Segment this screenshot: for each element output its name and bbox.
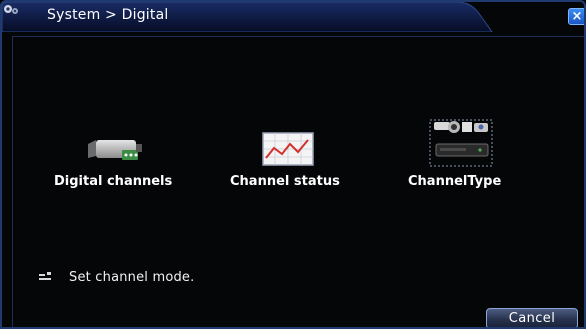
- cancel-button[interactable]: Cancel: [486, 308, 578, 327]
- ip-camera-icon: [88, 140, 142, 160]
- title-tab: System > Digital: [2, 2, 494, 32]
- hint-text: Set channel mode.: [69, 270, 195, 285]
- channel-status-label: Channel status: [230, 174, 340, 189]
- title-bar: System > Digital ×: [2, 2, 584, 32]
- camera-and-dvr-icon: [429, 119, 493, 167]
- channel-type-label: ChannelType: [408, 174, 502, 189]
- breadcrumb: System > Digital: [47, 7, 169, 23]
- digital-settings-window: System > Digital × Digital channels Chan…: [0, 0, 586, 329]
- close-button[interactable]: ×: [568, 8, 584, 25]
- info-icon: [39, 272, 51, 280]
- digital-channels-label: Digital channels: [54, 174, 173, 189]
- gear-icon: [4, 5, 18, 14]
- line-graph-icon: [262, 132, 314, 166]
